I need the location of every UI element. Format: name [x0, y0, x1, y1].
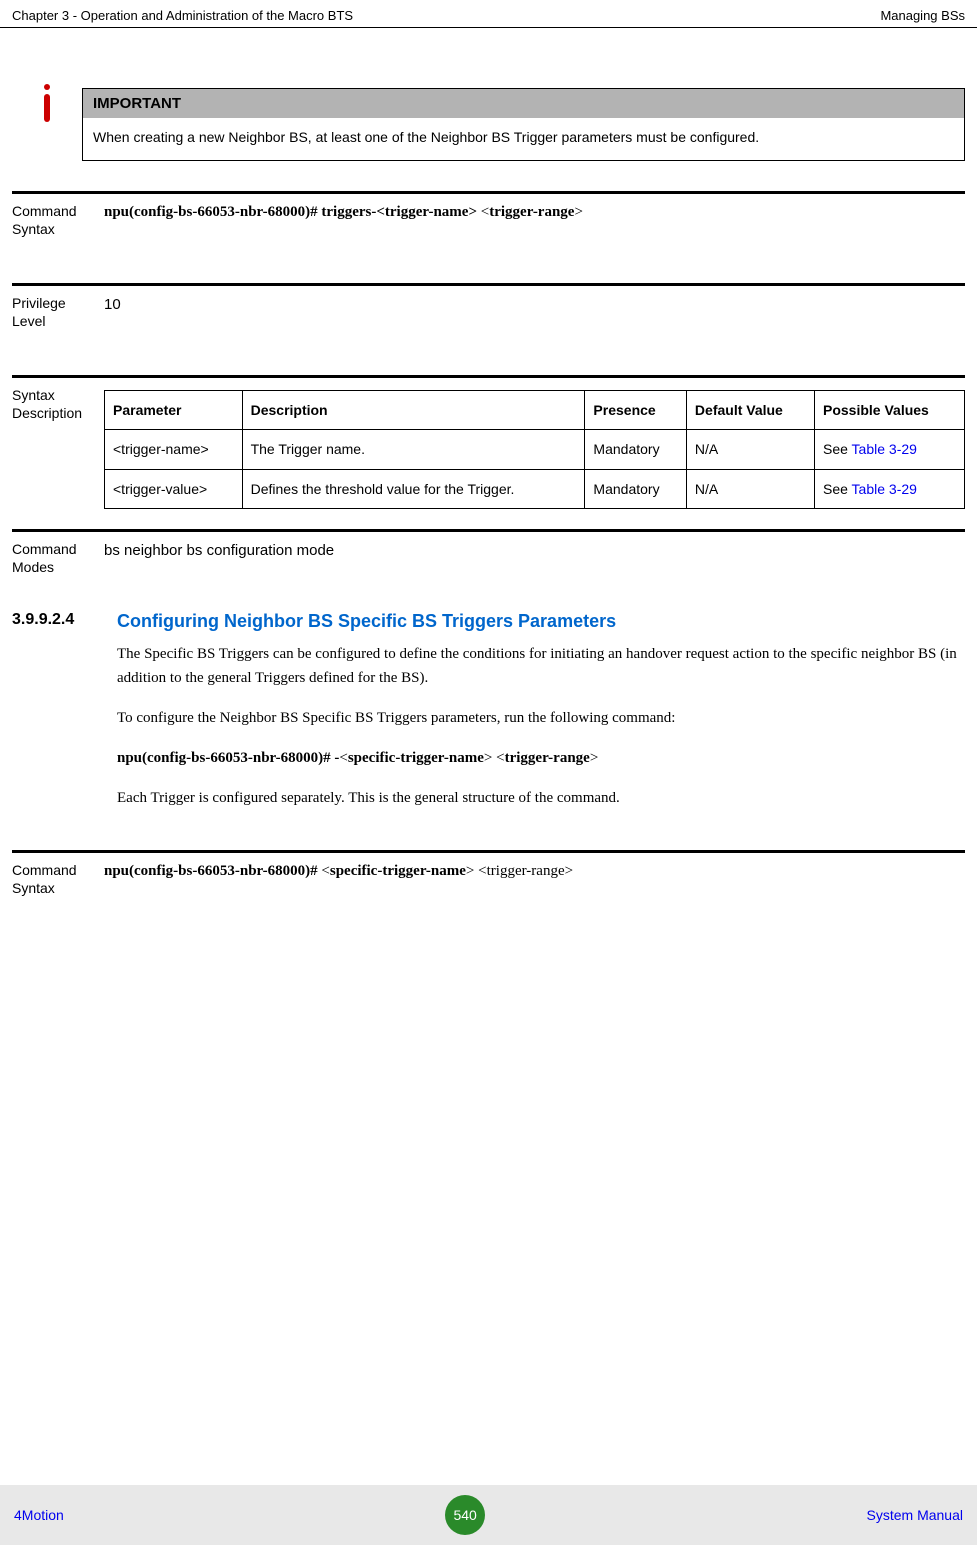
- cell-desc: The Trigger name.: [242, 430, 585, 469]
- command-modes-value: bs neighbor bs configuration mode: [104, 540, 965, 581]
- cell-default: N/A: [686, 469, 814, 508]
- section-paragraph: To configure the Neighbor BS Specific BS…: [117, 706, 965, 730]
- cmd-gt: >: [590, 750, 598, 766]
- th-default: Default Value: [686, 391, 814, 430]
- cmd-param1: <trigger-name>: [376, 204, 477, 220]
- privilege-level-value: 10: [104, 294, 965, 355]
- privilege-level-block: Privilege Level 10: [12, 283, 965, 355]
- table-link[interactable]: Table 3-29: [852, 481, 917, 497]
- cmd-p1: specific-trigger-name: [348, 750, 484, 766]
- section-number: 3.9.9.2.4: [12, 611, 117, 632]
- syntax-description-block: Syntax Description Parameter Description…: [12, 375, 965, 519]
- cmd-lt: <: [339, 750, 347, 766]
- command-modes-block: Command Modes bs neighbor bs configurati…: [12, 529, 965, 581]
- important-text: When creating a new Neighbor BS, at leas…: [83, 118, 964, 160]
- command-syntax-value: npu(config-bs-66053-nbr-68000)# triggers…: [104, 202, 965, 263]
- def-label: Command Modes: [12, 540, 104, 581]
- def-label: Command Syntax: [12, 202, 104, 263]
- syntax-table: Parameter Description Presence Default V…: [104, 390, 965, 509]
- page-header: Chapter 3 - Operation and Administration…: [0, 0, 977, 28]
- th-presence: Presence: [585, 391, 687, 430]
- important-title: IMPORTANT: [83, 89, 964, 118]
- header-right: Managing BSs: [880, 8, 965, 23]
- table-row: <trigger-value> Defines the threshold va…: [105, 469, 965, 508]
- cmd-lt: <: [481, 204, 489, 220]
- important-icon: [12, 88, 82, 125]
- th-description: Description: [242, 391, 585, 430]
- page-footer: 4Motion 540 System Manual: [0, 1485, 977, 1545]
- cmd-gt: >: [574, 204, 582, 220]
- section-title: Configuring Neighbor BS Specific BS Trig…: [117, 611, 965, 632]
- cmd-prefix: npu(config-bs-66053-nbr-68000)#: [104, 863, 321, 879]
- footer-left-link[interactable]: 4Motion: [14, 1507, 64, 1523]
- section-heading: 3.9.9.2.4 Configuring Neighbor BS Specif…: [12, 611, 965, 632]
- cell-desc: Defines the threshold value for the Trig…: [242, 469, 585, 508]
- cell-param: <trigger-name>: [105, 430, 243, 469]
- cell-possible: See Table 3-29: [815, 469, 965, 508]
- important-callout: IMPORTANT When creating a new Neighbor B…: [12, 88, 965, 161]
- cmd-param2-inner: trigger-range: [489, 204, 574, 220]
- table-row: <trigger-name> The Trigger name. Mandato…: [105, 430, 965, 469]
- section-paragraph: Each Trigger is configured separately. T…: [117, 786, 965, 810]
- section-paragraph: The Specific BS Triggers can be configur…: [117, 642, 965, 690]
- cmd-lt: <: [496, 750, 504, 766]
- cmd-p1-inner: specific-trigger-name: [330, 863, 466, 879]
- def-label: Command Syntax: [12, 861, 104, 922]
- def-label: Syntax Description: [12, 386, 104, 519]
- cmd-p2-inner: trigger-range: [487, 863, 565, 879]
- cmd-prefix: npu(config-bs-66053-nbr-68000)# triggers…: [104, 204, 376, 220]
- th-possible: Possible Values: [815, 391, 965, 430]
- command-syntax-block-2: Command Syntax npu(config-bs-66053-nbr-6…: [12, 850, 965, 922]
- command-syntax-block: Command Syntax npu(config-bs-66053-nbr-6…: [12, 191, 965, 263]
- section-command: npu(config-bs-66053-nbr-68000)# -<specif…: [117, 746, 965, 770]
- cmd-p2: trigger-range: [505, 750, 590, 766]
- page-number-badge: 540: [445, 1495, 485, 1535]
- header-left: Chapter 3 - Operation and Administration…: [12, 8, 353, 23]
- command-syntax-value-2: npu(config-bs-66053-nbr-68000)# <specifi…: [104, 861, 965, 922]
- footer-right-link[interactable]: System Manual: [867, 1507, 963, 1523]
- cmd-lt: <: [478, 863, 486, 879]
- cmd-lt: <: [321, 863, 329, 879]
- cell-presence: Mandatory: [585, 469, 687, 508]
- cmd-gt: >: [565, 863, 573, 879]
- table-link[interactable]: Table 3-29: [852, 441, 917, 457]
- def-label: Privilege Level: [12, 294, 104, 355]
- cell-param: <trigger-value>: [105, 469, 243, 508]
- cell-default: N/A: [686, 430, 814, 469]
- th-parameter: Parameter: [105, 391, 243, 430]
- cell-presence: Mandatory: [585, 430, 687, 469]
- cell-possible: See Table 3-29: [815, 430, 965, 469]
